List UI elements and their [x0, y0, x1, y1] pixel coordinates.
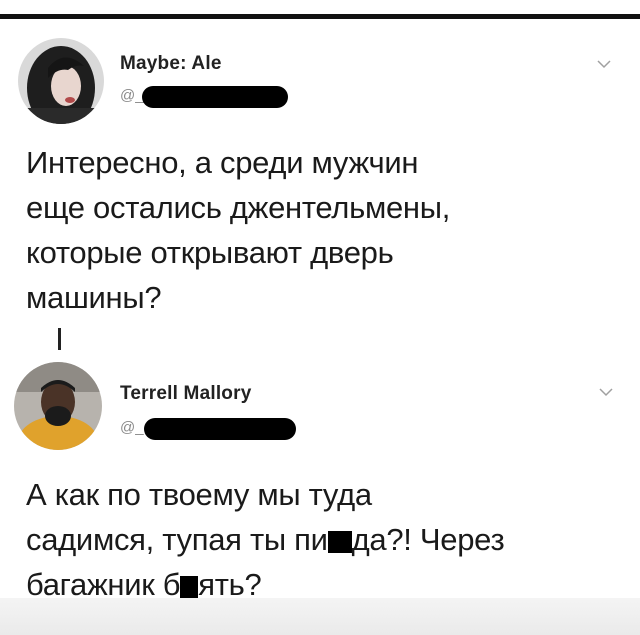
avatar-image: [18, 38, 104, 124]
tweet-text-line: которые открывают дверь: [26, 235, 394, 270]
handle[interactable]: @_: [120, 87, 144, 104]
chevron-down-icon[interactable]: [596, 56, 612, 72]
tweet-text: А как по твоему мы туда садимся, тупая т…: [26, 472, 626, 607]
tweet-text-line: садимся, тупая ты пи да?! Через: [26, 517, 626, 562]
tweet-text: Интересно, а среди мужчин еще остались д…: [26, 140, 626, 320]
text-segment: ять?: [198, 567, 262, 602]
top-border: [0, 0, 640, 26]
divider: [0, 14, 640, 19]
censor-block: [327, 531, 352, 553]
bottom-edge: [0, 598, 640, 635]
thread-connector: [58, 328, 61, 350]
redacted-handle: [142, 86, 288, 108]
avatar[interactable]: [18, 38, 104, 124]
text-segment: багажник б: [26, 567, 181, 602]
tweet-text-line: еще остались джентельмены,: [26, 190, 451, 225]
censor-block: [180, 576, 199, 598]
chevron-down-icon[interactable]: [598, 384, 614, 400]
tweet-text-line: Интересно, а среди мужчин: [26, 145, 419, 180]
tweet-text-line: А как по твоему мы туда: [26, 477, 372, 512]
display-name[interactable]: Terrell Mallory: [120, 383, 251, 405]
avatar-image: [14, 362, 102, 450]
text-segment: да?! Через: [351, 522, 505, 557]
avatar[interactable]: [14, 362, 102, 450]
handle[interactable]: @_: [120, 419, 144, 436]
text-segment: садимся, тупая ты пи: [26, 522, 328, 557]
redacted-handle: [144, 418, 296, 440]
tweet-text-line: машины?: [26, 280, 162, 315]
display-name[interactable]: Maybe: Ale: [120, 53, 222, 75]
